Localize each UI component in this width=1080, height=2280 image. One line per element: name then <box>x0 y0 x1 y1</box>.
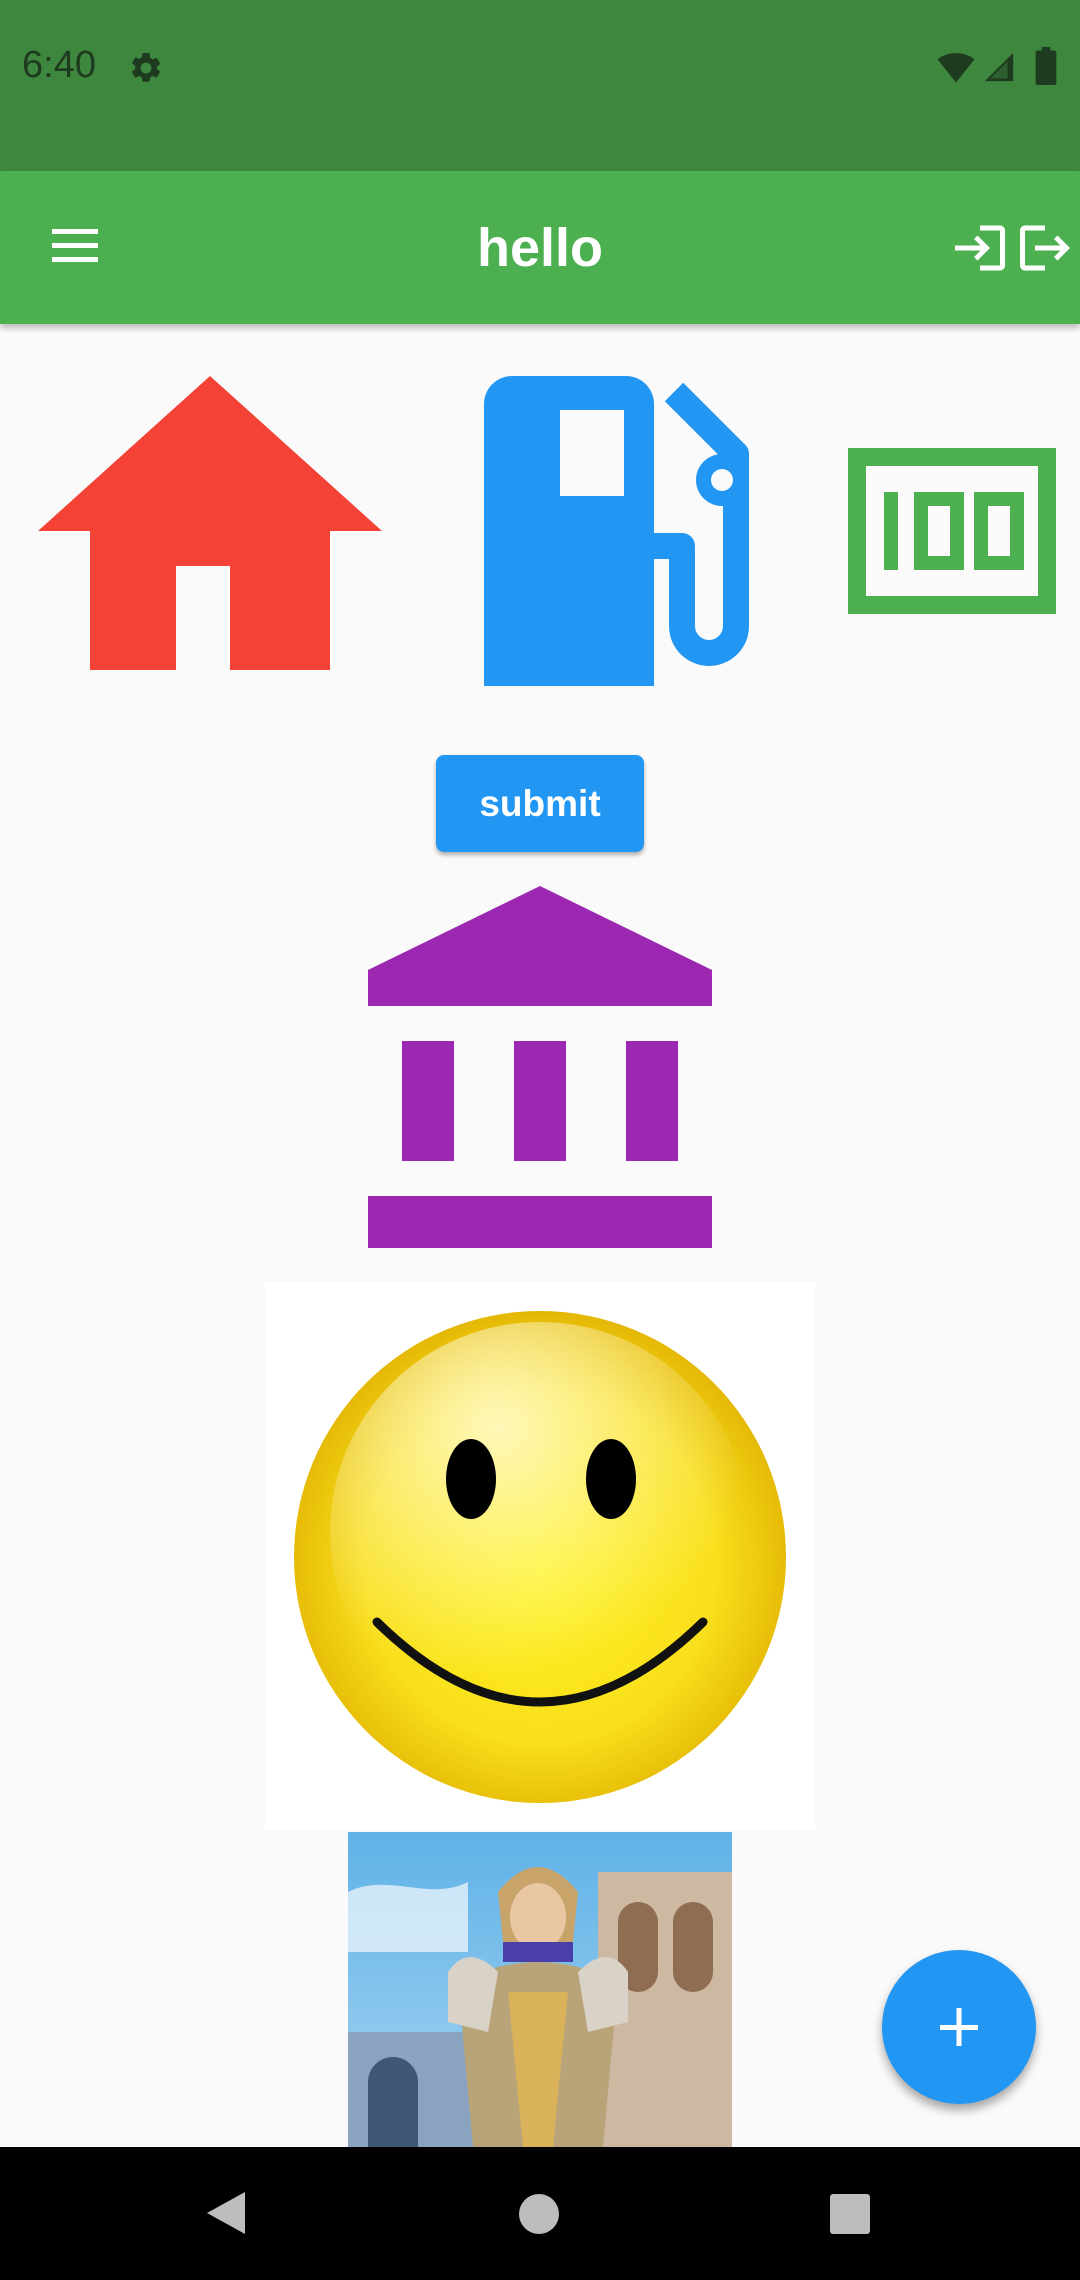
bank-icon <box>368 886 712 1248</box>
battery-icon <box>1035 47 1057 85</box>
logout-icon[interactable] <box>1015 218 1075 278</box>
settings-icon <box>131 52 161 82</box>
smiley-face-graphic <box>294 1311 786 1803</box>
navigation-bar <box>0 2147 1080 2280</box>
signal-icon <box>984 52 1014 82</box>
game-character-image <box>348 1832 732 2147</box>
wifi-icon <box>937 53 975 83</box>
add-icon <box>940 2008 978 2046</box>
submit-button[interactable]: submit <box>436 755 644 852</box>
hundred-icon <box>848 448 1056 614</box>
status-bar: 6:40 <box>0 0 1080 171</box>
login-icon[interactable] <box>950 218 1010 278</box>
app-bar: hello <box>0 171 1080 324</box>
smiley-face-image <box>265 1282 815 1830</box>
recents-button[interactable] <box>829 2193 871 2235</box>
home-icon <box>38 376 382 670</box>
game-character-graphic <box>348 1832 732 2147</box>
home-button[interactable] <box>518 2193 560 2235</box>
add-fab-button[interactable] <box>882 1950 1036 2104</box>
back-button[interactable] <box>205 2190 247 2236</box>
status-time: 6:40 <box>22 44 96 86</box>
gas-station-icon <box>484 376 749 686</box>
page-title: hello <box>476 218 603 278</box>
